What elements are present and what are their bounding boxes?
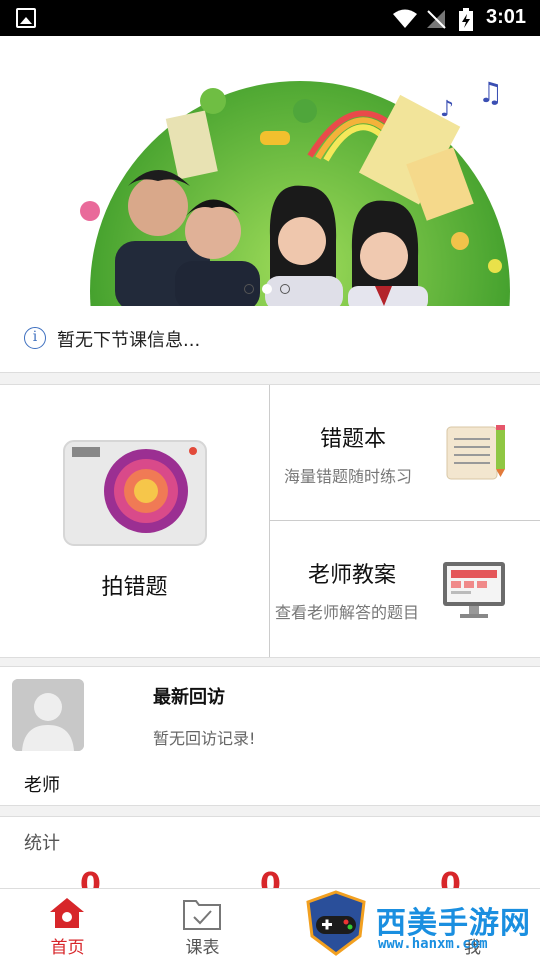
- lesson-plan-subtitle: 查看老师解答的题目: [275, 603, 420, 622]
- camera-icon: [63, 440, 207, 546]
- camera-label: 拍错题: [101, 575, 168, 600]
- banner-carousel[interactable]: ♪ ♫: [0, 36, 540, 306]
- feature-grid: 拍错题 错题本 海量错题随时练习 老师教案 查看老师解答的题目: [0, 384, 540, 658]
- wrongbook-subtitle: 海量错题随时练习: [284, 467, 413, 486]
- next-class-text: 暂无下节课信息...: [57, 330, 201, 351]
- lesson-plan-title: 老师教案: [308, 563, 397, 588]
- teacher-label: 老师: [24, 775, 60, 796]
- user-placeholder-icon: [12, 679, 84, 751]
- carousel-dot-active[interactable]: [262, 284, 272, 294]
- no-signal-icon: [427, 10, 446, 29]
- tab-schedule[interactable]: 课表: [135, 889, 270, 961]
- tab-home-label: 首页: [50, 938, 85, 958]
- watermark-url: www.hanxm.com: [378, 936, 488, 952]
- carousel-dot[interactable]: [280, 284, 290, 294]
- wrongbook-title: 错题本: [320, 427, 387, 452]
- latest-visit-card[interactable]: 老师 最新回访 暂无回访记录!: [0, 666, 540, 806]
- stats-title: 统计: [24, 833, 60, 854]
- no-visit-text: 暂无回访记录!: [153, 729, 256, 748]
- tab-home[interactable]: 首页: [0, 889, 135, 961]
- wrongbook-tile[interactable]: 错题本 海量错题随时练习: [270, 385, 540, 520]
- notebook-icon: [446, 425, 505, 480]
- next-class-notice[interactable]: i 暂无下节课信息...: [0, 306, 540, 373]
- battery-icon: [459, 8, 473, 31]
- svg-text:♫: ♫: [478, 76, 503, 109]
- stats-section: 统计 0 0 0: [0, 816, 540, 893]
- latest-visit-title: 最新回访: [153, 687, 225, 708]
- home-icon: [50, 898, 84, 928]
- avatar: [12, 679, 84, 751]
- svg-text:♪: ♪: [440, 97, 454, 122]
- status-bar: 3:01: [0, 0, 540, 36]
- image-notification-icon: [16, 8, 36, 28]
- banner-image: ♪ ♫: [0, 36, 540, 306]
- monitor-icon: [443, 562, 505, 618]
- carousel-dot[interactable]: [244, 284, 254, 294]
- camera-tile[interactable]: 拍错题: [0, 385, 269, 657]
- site-watermark: 西美手游网 www.hanxm.com: [300, 888, 540, 960]
- wifi-icon: [393, 9, 417, 28]
- schedule-folder-icon: [183, 900, 221, 930]
- tab-schedule-label: 课表: [185, 938, 220, 958]
- clock: 3:01: [485, 6, 526, 28]
- carousel-indicator: [244, 284, 290, 294]
- info-icon: i: [24, 327, 46, 349]
- gamepad-shield-logo: [306, 890, 366, 956]
- lesson-plan-tile[interactable]: 老师教案 查看老师解答的题目: [270, 521, 540, 657]
